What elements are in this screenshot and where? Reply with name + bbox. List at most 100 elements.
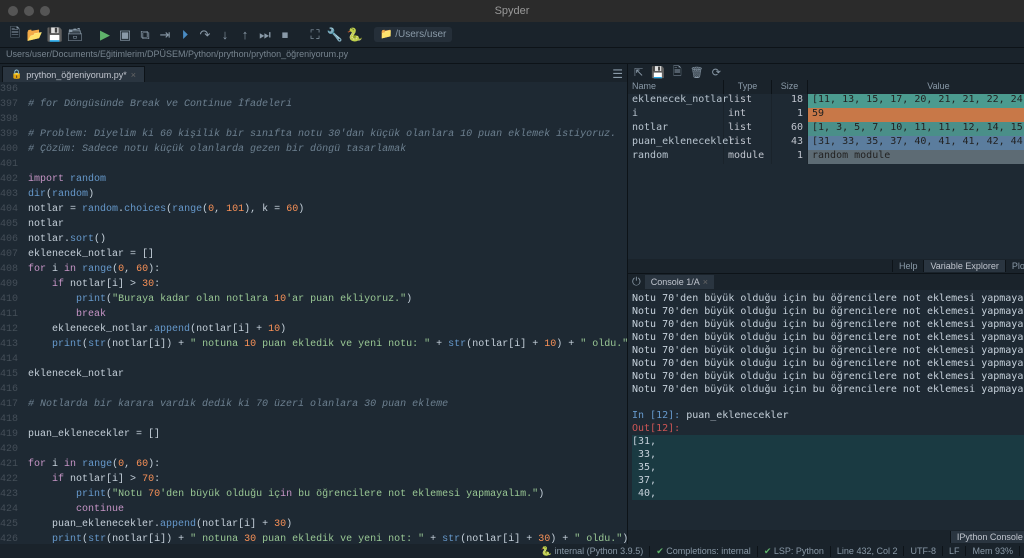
ve-cell-type: int — [724, 108, 772, 122]
debug-icon[interactable]: ⏵ — [176, 26, 194, 44]
editor-tab[interactable]: 🔒 prython_öğreniyorum.py* × — [2, 66, 145, 82]
ve-cell-type: list — [724, 122, 772, 136]
status-eol: LF — [943, 546, 967, 556]
ve-bottom-tabs: HelpVariable ExplorerPlotsFiles — [628, 259, 1024, 273]
run-selection-icon[interactable]: ⇥ — [156, 26, 174, 44]
col-type[interactable]: Type — [724, 80, 772, 94]
line-gutter: 396 397 398 399 400 401 402 403 404 405 … — [0, 82, 22, 544]
status-encoding: UTF-8 — [904, 546, 943, 556]
step-out-icon[interactable]: ↑ — [236, 26, 254, 44]
folder-icon: 📁 — [380, 29, 392, 40]
working-dir[interactable]: 📁 /Users/user — [374, 27, 452, 42]
ve-cell-type: list — [724, 136, 772, 150]
ve-cell-name: puan_eklenecekler — [628, 136, 724, 150]
preferences-icon[interactable]: 🔧 — [326, 26, 344, 44]
import-icon[interactable]: ⇱ — [634, 66, 643, 79]
close-icon[interactable]: × — [703, 277, 708, 287]
ve-cell-size: 1 — [772, 108, 808, 122]
main-area: 🔒 prython_öğreniyorum.py* × ☰ 396 397 39… — [0, 64, 1024, 544]
ve-cell-value: random module — [808, 150, 1024, 164]
console-output[interactable]: Notu 70'den büyük olduğu için bu öğrenci… — [628, 290, 1024, 530]
code-area[interactable]: # for Döngüsünde Break ve Continue İfade… — [22, 82, 627, 544]
tab-label: prython_öğreniyorum.py* — [26, 70, 127, 80]
right-pane: ⇱ 💾 🗎 🗑 ⟳ ☰ Name Type Size Value eklenec… — [628, 64, 1024, 544]
ve-cell-value: [11, 13, 15, 17, 20, 21, 21, 22, 24, 25,… — [808, 94, 1024, 108]
status-mem: Mem 93% — [966, 546, 1020, 556]
panel-tab[interactable]: Variable Explorer — [923, 260, 1004, 272]
python-icon: 🐍 — [541, 546, 552, 556]
maximize-icon[interactable] — [40, 6, 50, 16]
ve-cell-size: 18 — [772, 94, 808, 108]
maximize-pane-icon[interactable]: ⛶ — [306, 26, 324, 44]
console-tab[interactable]: Console 1/A × — [645, 275, 714, 289]
step-over-icon[interactable]: ↷ — [196, 26, 214, 44]
working-dir-path: /Users/user — [395, 29, 446, 40]
status-lsp[interactable]: ✔ LSP: Python — [758, 546, 831, 557]
save-as-icon[interactable]: 🗎 — [673, 64, 682, 82]
python-path-icon[interactable]: 🐍 — [346, 26, 364, 44]
variable-explorer: ⇱ 💾 🗎 🗑 ⟳ ☰ Name Type Size Value eklenec… — [628, 64, 1024, 274]
main-toolbar: 🗎 📂 💾 🗃 ▶ ▣ ⧉ ⇥ ⏵ ↷ ↓ ↑ ⏭ ⏹ ⛶ 🔧 🐍 📁 /Use… — [0, 22, 1024, 48]
ve-row[interactable]: randommodule1random module — [628, 150, 1024, 164]
statusbar: 🐍 internal (Python 3.9.5) ✔ Completions:… — [0, 544, 1024, 558]
ve-cell-value: [31, 33, 35, 37, 40, 41, 41, 42, 44, 45,… — [808, 136, 1024, 150]
col-size[interactable]: Size — [772, 80, 808, 94]
titlebar: Spyder — [0, 0, 1024, 22]
ve-cell-type: list — [724, 94, 772, 108]
ve-row[interactable]: notlarlist60[1, 3, 5, 7, 10, 11, 11, 12,… — [628, 122, 1024, 136]
panel-tab[interactable]: Help — [892, 260, 924, 272]
editor-tabs: 🔒 prython_öğreniyorum.py* × ☰ — [0, 64, 627, 82]
kernel-restart-icon[interactable]: ⏻ — [632, 276, 641, 289]
panel-tab[interactable]: Plots — [1005, 260, 1024, 272]
delete-all-icon[interactable]: 🗑 — [690, 66, 704, 79]
ve-cell-name: notlar — [628, 122, 724, 136]
ve-cell-size: 60 — [772, 122, 808, 136]
save-all-icon[interactable]: 🗃 — [66, 26, 84, 44]
minimize-icon[interactable] — [24, 6, 34, 16]
new-file-icon[interactable]: 🗎 — [6, 26, 24, 44]
stop-icon[interactable]: ⏹ — [276, 26, 294, 44]
save-icon[interactable]: 💾 — [46, 26, 64, 44]
window-controls — [8, 6, 50, 16]
close-icon[interactable]: × — [131, 70, 136, 80]
check-icon: ✔ — [656, 546, 664, 556]
open-file-icon[interactable]: 📂 — [26, 26, 44, 44]
ve-cell-value: 59 — [808, 108, 1024, 122]
ve-cell-value: [1, 3, 5, 7, 10, 11, 11, 12, 14, 15, …] — [808, 122, 1024, 136]
ve-header-row: Name Type Size Value — [628, 80, 1024, 94]
step-into-icon[interactable]: ↓ — [216, 26, 234, 44]
console-pane: ⏻ Console 1/A × ☰ Notu 70'den büyük oldu… — [628, 274, 1024, 544]
ve-row[interactable]: iint159 — [628, 108, 1024, 122]
ve-cell-name: i — [628, 108, 724, 122]
window-title: Spyder — [495, 5, 530, 17]
console-tabs: ⏻ Console 1/A × ☰ — [628, 274, 1024, 290]
ve-row[interactable]: puan_ekleneceklerlist43[31, 33, 35, 37, … — [628, 136, 1024, 150]
run-icon[interactable]: ▶ — [96, 26, 114, 44]
breadcrumb: Users/user/Documents/Eğitimlerim/DPÜSEM/… — [0, 48, 1024, 64]
close-icon[interactable] — [8, 6, 18, 16]
editor-body[interactable]: 396 397 398 399 400 401 402 403 404 405 … — [0, 82, 627, 544]
ve-cell-name: random — [628, 150, 724, 164]
panel-tab[interactable]: IPython Console — [950, 531, 1024, 543]
hamburger-icon[interactable]: ☰ — [612, 67, 623, 81]
continue-icon[interactable]: ⏭ — [256, 26, 274, 44]
save-data-icon[interactable]: 💾 — [651, 66, 665, 79]
console-tab-label: Console 1/A — [651, 277, 700, 287]
col-name[interactable]: Name — [628, 80, 724, 94]
tab-lock-icon: 🔒 — [11, 69, 22, 80]
refresh-icon[interactable]: ⟳ — [712, 66, 721, 79]
check-icon: ✔ — [764, 546, 772, 556]
run-cell-icon[interactable]: ▣ — [116, 26, 134, 44]
editor-pane: 🔒 prython_öğreniyorum.py* × ☰ 396 397 39… — [0, 64, 628, 544]
col-value[interactable]: Value — [808, 80, 1024, 94]
ve-toolbar: ⇱ 💾 🗎 🗑 ⟳ ☰ — [628, 64, 1024, 80]
console-bottom-tabs: IPython ConsoleHistory — [628, 530, 1024, 544]
status-interpreter[interactable]: 🐍 internal (Python 3.9.5) — [535, 546, 650, 557]
ve-row[interactable]: eklenecek_notlarlist18[11, 13, 15, 17, 2… — [628, 94, 1024, 108]
run-cell-advance-icon[interactable]: ⧉ — [136, 26, 154, 44]
status-completions[interactable]: ✔ Completions: internal — [650, 546, 758, 557]
ve-cell-size: 43 — [772, 136, 808, 150]
ve-cell-type: module — [724, 150, 772, 164]
ve-cell-name: eklenecek_notlar — [628, 94, 724, 108]
ve-cell-size: 1 — [772, 150, 808, 164]
